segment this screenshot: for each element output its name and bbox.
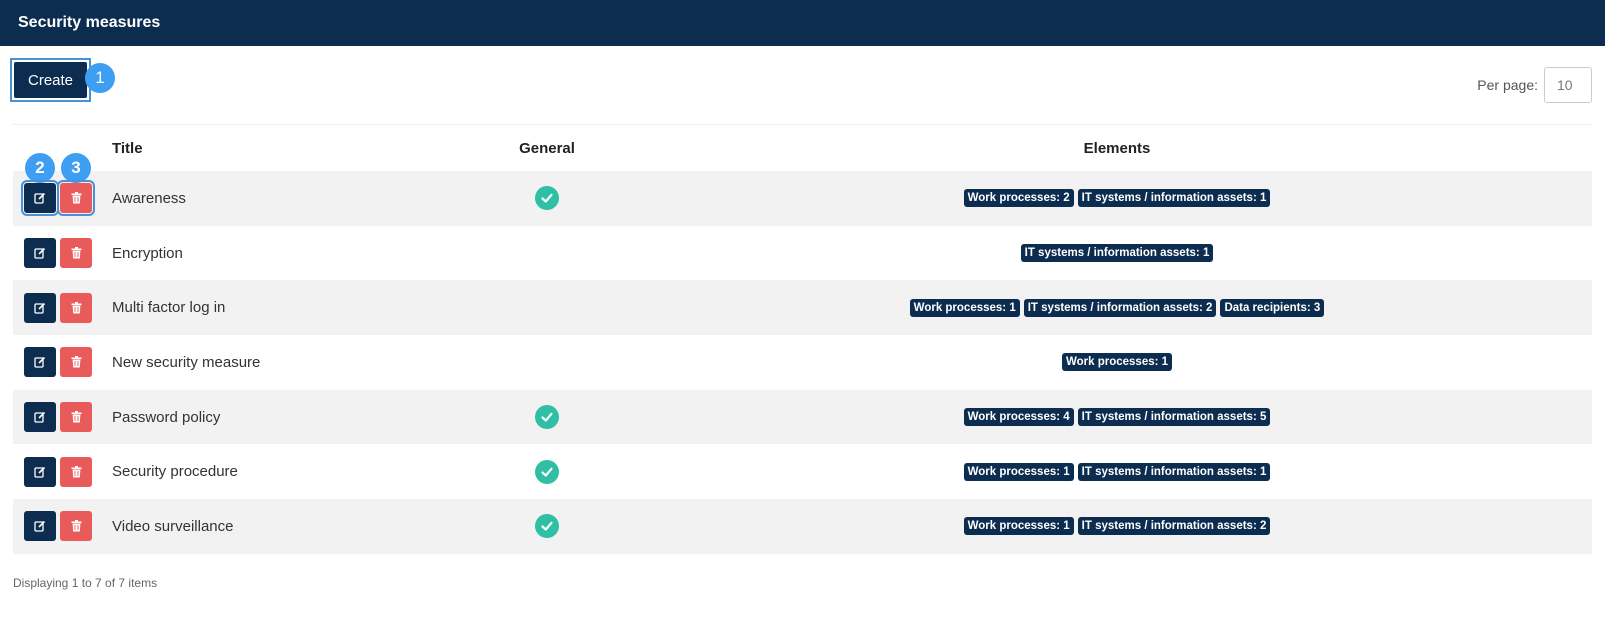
edit-icon xyxy=(34,520,46,533)
element-badge: Work processes: 2 xyxy=(963,189,1074,208)
column-header-title[interactable]: Title xyxy=(112,140,452,157)
edit-button[interactable] xyxy=(24,456,56,487)
delete-button[interactable] xyxy=(60,347,92,378)
element-badge: IT systems / information assets: 1 xyxy=(1077,189,1271,208)
element-badge: IT systems / information assets: 5 xyxy=(1077,408,1271,427)
edit-button[interactable] xyxy=(24,238,56,269)
row-title: New security measure xyxy=(112,353,261,371)
check-circle-icon xyxy=(535,459,559,484)
row-elements: Work processes: 1 IT systems / informatio… xyxy=(642,462,1592,481)
row-elements: Work processes: 1 IT systems / informatio… xyxy=(642,298,1592,317)
create-button[interactable]: Create xyxy=(14,62,88,98)
row-actions xyxy=(13,402,112,433)
table-row: New security measure Work processes: 1 xyxy=(13,335,1592,390)
trash-icon xyxy=(71,192,82,204)
element-badge: Work processes: 1 xyxy=(909,298,1020,317)
per-page-control: Per page: xyxy=(1477,67,1592,103)
delete-button[interactable] xyxy=(60,456,92,487)
row-actions xyxy=(13,238,112,269)
table-row: Security procedure Work processes: 1 IT sy… xyxy=(13,444,1592,499)
column-header-general[interactable]: General xyxy=(452,140,642,157)
security-measures-table: 2 3 Title General Elements Awareness Work… xyxy=(13,125,1592,554)
row-title: Encryption xyxy=(112,244,183,262)
delete-button[interactable] xyxy=(60,402,92,433)
row-elements: IT systems / information assets: 1 xyxy=(642,244,1592,263)
check-circle-icon xyxy=(535,405,559,430)
column-header-elements: Elements xyxy=(1083,139,1151,157)
check-circle-icon xyxy=(535,186,559,211)
table-row: Video surveillance Work processes: 1 IT sy… xyxy=(13,499,1592,554)
row-title: Password policy xyxy=(112,408,221,426)
table-body: Awareness Work processes: 2 IT systems / i… xyxy=(13,171,1592,554)
create-button-highlight: Create xyxy=(10,58,92,102)
table-row: Password policy Work processes: 4 IT syste… xyxy=(13,389,1592,445)
row-elements: Work processes: 4 IT systems / informatio… xyxy=(642,408,1592,427)
trash-icon xyxy=(71,247,82,259)
trash-icon xyxy=(71,520,82,532)
edit-icon xyxy=(34,411,46,423)
per-page-input[interactable] xyxy=(1544,67,1592,103)
element-badge: IT systems / information assets: 1 xyxy=(1077,462,1271,481)
element-badge: Work processes: 1 xyxy=(963,462,1074,481)
toolbar: Create 1 Per page: xyxy=(10,46,1592,125)
trash-icon xyxy=(71,465,82,478)
row-elements: Work processes: 2 IT systems / informatio… xyxy=(642,189,1592,208)
row-title: Awareness xyxy=(112,189,186,207)
edit-icon xyxy=(34,247,46,259)
element-badge: IT systems / information assets: 1 xyxy=(1020,244,1214,263)
edit-icon xyxy=(34,466,46,478)
edit-icon xyxy=(34,302,46,314)
annotation-marker-1: 1 xyxy=(85,63,115,93)
edit-button[interactable] xyxy=(24,292,56,323)
row-title: Multi factor log in xyxy=(112,299,226,317)
row-elements: Work processes: 1 IT systems / informatio… xyxy=(642,517,1592,536)
delete-button[interactable] xyxy=(60,511,92,542)
element-badge: Work processes: 1 xyxy=(963,517,1074,536)
trash-icon xyxy=(71,301,82,314)
edit-icon xyxy=(34,192,46,204)
row-general xyxy=(452,405,642,430)
element-badge: IT systems / information assets: 2 xyxy=(1077,517,1271,536)
page-header: Security measures xyxy=(0,0,1605,46)
table-row: Multi factor log in Work processes: 1 IT s… xyxy=(13,280,1592,336)
row-actions xyxy=(13,456,112,487)
table-row: Awareness Work processes: 2 IT systems / i… xyxy=(13,171,1592,226)
row-actions xyxy=(13,292,112,323)
check-circle-icon xyxy=(535,514,559,539)
row-title: Video surveillance xyxy=(112,517,234,535)
element-badge: Work processes: 1 xyxy=(1061,353,1173,372)
table-row: Encryption IT systems / information asset… xyxy=(13,226,1592,281)
page-title: Security measures xyxy=(18,14,161,31)
row-title: Security procedure xyxy=(112,463,238,481)
element-badge: Work processes: 4 xyxy=(963,408,1074,427)
edit-button[interactable] xyxy=(21,180,59,217)
delete-button[interactable] xyxy=(60,292,92,323)
annotation-marker-2: 2 xyxy=(25,153,55,183)
row-actions xyxy=(13,180,112,217)
row-general xyxy=(452,459,642,484)
annotation-marker-3: 3 xyxy=(61,153,91,183)
row-elements: Work processes: 1 xyxy=(642,353,1592,372)
table-header: 2 3 Title General Elements xyxy=(13,125,1592,183)
delete-button[interactable] xyxy=(57,180,95,217)
pagination-status: Displaying 1 to 7 of 7 items xyxy=(13,575,158,590)
element-badge: Data recipients: 3 xyxy=(1220,298,1325,317)
edit-button[interactable] xyxy=(24,402,56,433)
delete-button[interactable] xyxy=(60,238,92,269)
element-badge: IT systems / information assets: 2 xyxy=(1023,298,1217,317)
row-general xyxy=(452,186,642,211)
edit-button[interactable] xyxy=(24,347,56,378)
row-actions xyxy=(13,511,112,542)
row-general xyxy=(452,514,642,539)
row-actions xyxy=(13,347,112,378)
edit-button[interactable] xyxy=(24,511,56,542)
per-page-label: Per page: xyxy=(1477,77,1538,93)
trash-icon xyxy=(71,356,82,368)
edit-icon xyxy=(34,356,46,369)
trash-icon xyxy=(71,411,82,423)
